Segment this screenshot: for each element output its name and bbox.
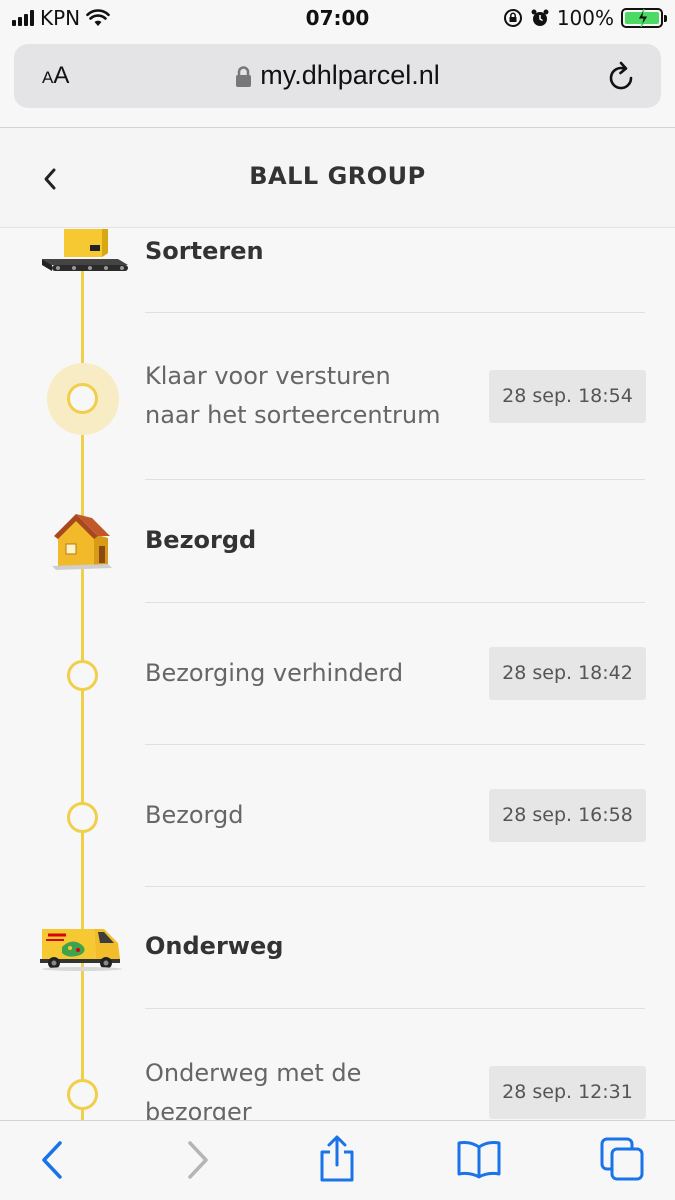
alarm-icon <box>531 9 549 26</box>
url-text: my.dhlparcel.nl <box>260 60 440 90</box>
event-time-badge: 28 sep. 12:31 <box>489 1066 646 1119</box>
event-text: Bezorging verhinderd <box>145 659 404 687</box>
timeline-dot-active <box>67 383 98 414</box>
event-text-line2: bezorger <box>145 1098 252 1120</box>
timeline-dot <box>67 1079 98 1110</box>
share-icon[interactable] <box>318 1135 356 1183</box>
event-text-line1: Onderweg met de <box>145 1059 362 1087</box>
section-label-onderweg: Onderweg <box>145 932 284 960</box>
delivery-van-icon <box>40 929 122 971</box>
event-time-badge: 28 sep. 16:58 <box>489 789 646 842</box>
conveyor-belt-icon <box>42 229 128 271</box>
event-time-badge: 28 sep. 18:42 <box>489 647 646 700</box>
back-arrow-icon[interactable] <box>38 1139 66 1181</box>
url-display[interactable]: my.dhlparcel.nl <box>14 60 661 91</box>
event-text-line1: Klaar voor versturen <box>145 362 391 390</box>
timeline-dot <box>67 802 98 833</box>
house-icon <box>52 514 112 570</box>
divider <box>145 886 645 887</box>
divider <box>145 602 645 603</box>
section-label-sorteren: Sorteren <box>145 237 264 265</box>
divider <box>145 744 645 745</box>
bookmarks-icon[interactable] <box>456 1141 502 1179</box>
event-text: Onderweg met de bezorger <box>145 1054 361 1120</box>
divider <box>145 312 645 313</box>
status-bar: KPN 07:00 100% <box>0 0 675 36</box>
event-text-line2: naar het sorteercentrum <box>145 401 441 429</box>
app-header: BALL GROUP <box>0 128 675 228</box>
browser-toolbar <box>0 1120 675 1200</box>
event-time-badge: 28 sep. 18:54 <box>489 370 646 423</box>
battery-icon <box>621 8 667 28</box>
lock-icon <box>236 66 252 87</box>
event-text: Klaar voor versturen naar het sorteercen… <box>145 357 441 435</box>
battery-percent: 100% <box>556 6 614 30</box>
timeline-dot <box>67 660 98 691</box>
tracking-timeline: Sorteren Klaar voor versturen naar het s… <box>0 229 675 1120</box>
event-text: Bezorgd <box>145 801 244 829</box>
forward-arrow-icon[interactable] <box>184 1139 212 1181</box>
divider <box>145 479 645 480</box>
status-right: 100% <box>503 6 667 30</box>
address-bar[interactable]: AA my.dhlparcel.nl <box>14 44 661 108</box>
tabs-icon[interactable] <box>600 1137 644 1181</box>
section-label-bezorgd: Bezorgd <box>145 526 257 554</box>
divider <box>145 1008 645 1009</box>
reload-icon[interactable] <box>607 60 637 92</box>
page-title: BALL GROUP <box>249 162 426 190</box>
orientation-lock-icon <box>503 9 522 27</box>
